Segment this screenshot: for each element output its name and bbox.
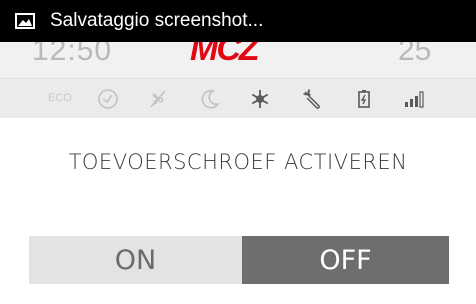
- wrench-icon: [303, 89, 320, 109]
- battery-icon: [358, 90, 370, 108]
- status-icon-bar: ECO: [0, 78, 476, 118]
- toast-message: Salvataggio screenshot...: [50, 10, 264, 31]
- fan-off-icon: [150, 90, 166, 108]
- eco-indicator: ECO: [48, 92, 72, 104]
- signal-icon: [405, 91, 424, 108]
- screenshot-toast: Salvataggio screenshot...: [0, 0, 476, 42]
- timer-icon: [98, 89, 118, 109]
- page-title: TOEVOERSCHROEF ACTIVEREN: [68, 150, 408, 174]
- snowflake-icon: [251, 90, 269, 108]
- image-icon: [15, 13, 35, 29]
- moon-icon: [201, 89, 220, 109]
- off-button[interactable]: OFF: [242, 236, 449, 284]
- on-button[interactable]: ON: [29, 236, 242, 284]
